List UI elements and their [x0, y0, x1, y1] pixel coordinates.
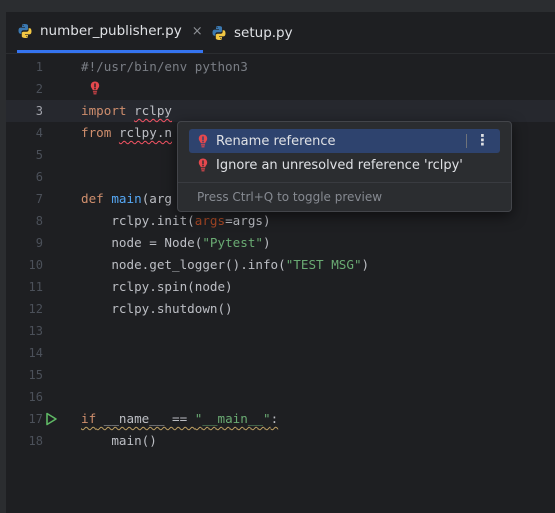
- code-line-9: node = Node("Pytest"): [81, 232, 271, 254]
- line-number: 1: [35, 60, 43, 74]
- code-text: node = Node(: [81, 235, 203, 250]
- python-icon: [18, 24, 32, 38]
- code-line-3: import rclpy: [81, 100, 172, 122]
- code-line-11: rclpy.spin(node): [81, 276, 233, 298]
- line-number: 6: [35, 170, 43, 184]
- code-text: rclpy.init(: [81, 213, 195, 228]
- error-bulb-icon: [198, 158, 208, 172]
- close-tab-icon[interactable]: ×: [192, 24, 203, 39]
- error-bulb-icon: [198, 134, 208, 148]
- keyword: if: [81, 411, 97, 426]
- code-line-8: rclpy.init(args=args): [81, 210, 271, 232]
- line-number: 15: [28, 368, 43, 382]
- line-number: 11: [28, 280, 43, 294]
- function-name: main: [111, 191, 142, 206]
- unresolved-reference[interactable]: rclpy.n: [119, 125, 172, 140]
- preview-hint: Press Ctrl+Q to toggle preview: [178, 182, 511, 212]
- string-literal: "__main__": [194, 411, 271, 426]
- line-number: 14: [28, 346, 43, 360]
- line-number: 4: [35, 126, 43, 140]
- line-number: 8: [35, 214, 43, 228]
- tab-setup[interactable]: setup.py: [211, 12, 293, 53]
- code-text: =args): [225, 213, 271, 228]
- code-line-17: if __name__ == "__main__":: [81, 408, 278, 430]
- keyword: from: [81, 125, 112, 140]
- code-text: __name__ ==: [96, 411, 195, 426]
- line-number: 2: [35, 82, 43, 96]
- line-number: 16: [28, 390, 43, 404]
- intention-actions-popup: Rename reference ⋮ Ignore an unresolved …: [177, 121, 512, 212]
- line-number: 7: [35, 192, 43, 206]
- item-label: Rename reference: [216, 133, 336, 149]
- line-number: 10: [28, 258, 43, 272]
- code-line-18: main(): [81, 430, 157, 452]
- code-line-10: node.get_logger().info("TEST MSG"): [81, 254, 369, 276]
- tab-label: setup.py: [234, 24, 293, 41]
- code-text: ): [361, 257, 370, 272]
- error-bulb-icon[interactable]: [90, 81, 100, 95]
- tab-number-publisher[interactable]: number_publisher.py ×: [17, 12, 203, 53]
- code-text: ): [263, 235, 271, 250]
- line-number: 3: [35, 104, 43, 118]
- code-text: rclpy.spin(node): [81, 279, 233, 294]
- code-line-4: from rclpy.n: [81, 122, 172, 144]
- python-icon: [212, 25, 226, 40]
- code-text: :: [270, 411, 279, 426]
- keyword: import: [81, 103, 127, 118]
- line-number: 18: [28, 434, 43, 448]
- string-literal: "TEST MSG": [285, 257, 362, 272]
- unresolved-reference[interactable]: rclpy: [134, 103, 172, 118]
- code-text: rclpy.shutdown(): [81, 301, 233, 316]
- line-number: 17: [28, 412, 43, 426]
- ignore-unresolved-reference-item[interactable]: Ignore an unresolved reference 'rclpy': [189, 153, 500, 177]
- code-text: (arg: [141, 191, 173, 206]
- line-number: 5: [35, 148, 43, 162]
- run-icon[interactable]: [44, 412, 58, 426]
- code-line-12: rclpy.shutdown(): [81, 298, 233, 320]
- keyword: def: [81, 191, 104, 206]
- rename-reference-item[interactable]: Rename reference ⋮: [189, 129, 500, 153]
- line-number: 12: [28, 302, 43, 316]
- shebang-comment: #!/usr/bin/env python3: [81, 59, 248, 74]
- divider: [466, 134, 467, 148]
- line-number: 13: [28, 324, 43, 338]
- code-text: node.get_logger().info(: [81, 257, 286, 272]
- title-strip: [0, 0, 555, 12]
- editor-tab-bar: number_publisher.py × setup.py: [6, 12, 555, 54]
- tab-label: number_publisher.py: [40, 23, 182, 39]
- code-line-1: #!/usr/bin/env python3: [81, 56, 248, 78]
- code-text: main(): [81, 433, 157, 448]
- item-label: Ignore an unresolved reference 'rclpy': [216, 157, 463, 173]
- string-literal: "Pytest": [202, 235, 263, 250]
- parameter: args: [194, 213, 226, 228]
- code-line-7: def main(arg: [81, 188, 172, 210]
- line-number: 9: [35, 236, 43, 250]
- more-options-icon[interactable]: ⋮: [475, 129, 490, 153]
